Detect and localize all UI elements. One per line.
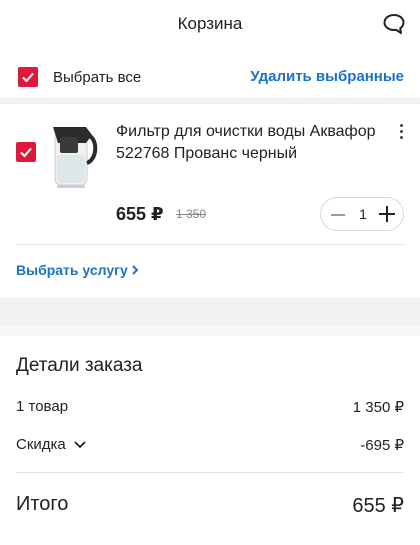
chevron-right-icon xyxy=(132,265,139,275)
check-icon xyxy=(20,147,32,158)
product-image[interactable] xyxy=(48,121,100,191)
divider xyxy=(16,244,404,245)
chat-icon[interactable] xyxy=(382,13,406,35)
choose-service-label: Выбрать услугу xyxy=(16,262,128,278)
item-old-price: 1 350 xyxy=(176,207,207,221)
total-value: 655 ₽ xyxy=(352,495,404,517)
quantity-stepper: 1 xyxy=(320,197,404,231)
product-name[interactable]: Фильтр для очистки воды Аквафор 522768 П… xyxy=(116,121,376,165)
item-checkbox[interactable] xyxy=(16,142,36,162)
goods-value: 1 350 ₽ xyxy=(352,399,404,416)
divider xyxy=(16,472,404,473)
check-icon xyxy=(22,72,34,83)
item-price: 655 ₽ xyxy=(116,204,164,224)
select-all-label: Выбрать все xyxy=(53,69,142,86)
page-title: Корзина xyxy=(177,14,243,33)
discount-label: Скидка xyxy=(16,436,66,453)
discount-value: -695 ₽ xyxy=(360,437,404,454)
section-separator xyxy=(0,298,420,326)
total-label: Итого xyxy=(16,493,69,515)
chevron-down-icon xyxy=(74,441,86,449)
delete-selected-button[interactable]: Удалить выбранные xyxy=(250,68,404,85)
more-options-icon[interactable] xyxy=(396,122,406,142)
discount-toggle[interactable]: Скидка xyxy=(16,436,86,453)
order-details-title: Детали заказа xyxy=(16,355,143,376)
section-separator xyxy=(0,326,420,336)
select-all-row: Выбрать все Удалить выбранные xyxy=(0,56,420,96)
quantity-value: 1 xyxy=(359,206,367,222)
select-all-checkbox[interactable] xyxy=(18,67,38,87)
increase-quantity-button[interactable] xyxy=(379,206,395,222)
section-separator xyxy=(0,98,420,104)
decrease-quantity-button[interactable] xyxy=(331,214,345,216)
header: Корзина xyxy=(0,0,420,50)
choose-service-link[interactable]: Выбрать услугу xyxy=(16,262,139,278)
goods-label: 1 товар xyxy=(16,398,69,415)
